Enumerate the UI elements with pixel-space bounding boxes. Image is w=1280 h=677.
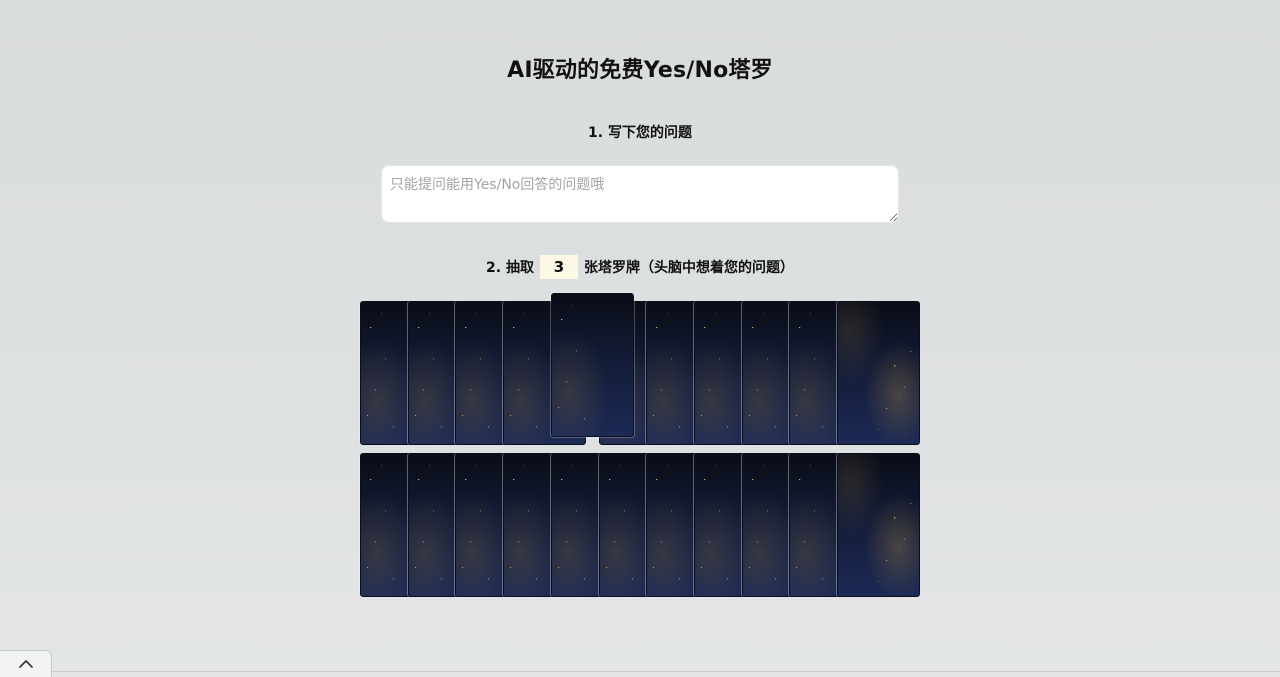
chevron-up-icon — [18, 660, 33, 668]
tarot-card-back[interactable] — [837, 301, 920, 445]
tarot-card-back[interactable] — [551, 293, 634, 437]
step1-label: 1. 写下您的问题 — [588, 125, 692, 141]
collapse-toggle-button[interactable] — [0, 650, 52, 677]
step2-suffix: 张塔罗牌（头脑中想着您的问题） — [583, 260, 794, 276]
bottom-divider — [52, 671, 1280, 672]
page-title: AI驱动的免费Yes/No塔罗 — [507, 58, 773, 83]
card-deck-row-2 — [360, 453, 920, 597]
question-input[interactable] — [381, 165, 899, 223]
tarot-card-back[interactable] — [837, 453, 920, 597]
card-count-input[interactable] — [539, 255, 578, 279]
step2-prefix: 2. 抽取 — [486, 260, 534, 276]
card-deck-row-1 — [360, 293, 920, 445]
step2-row: 2. 抽取 张塔罗牌（头脑中想着您的问题） — [0, 255, 1280, 279]
